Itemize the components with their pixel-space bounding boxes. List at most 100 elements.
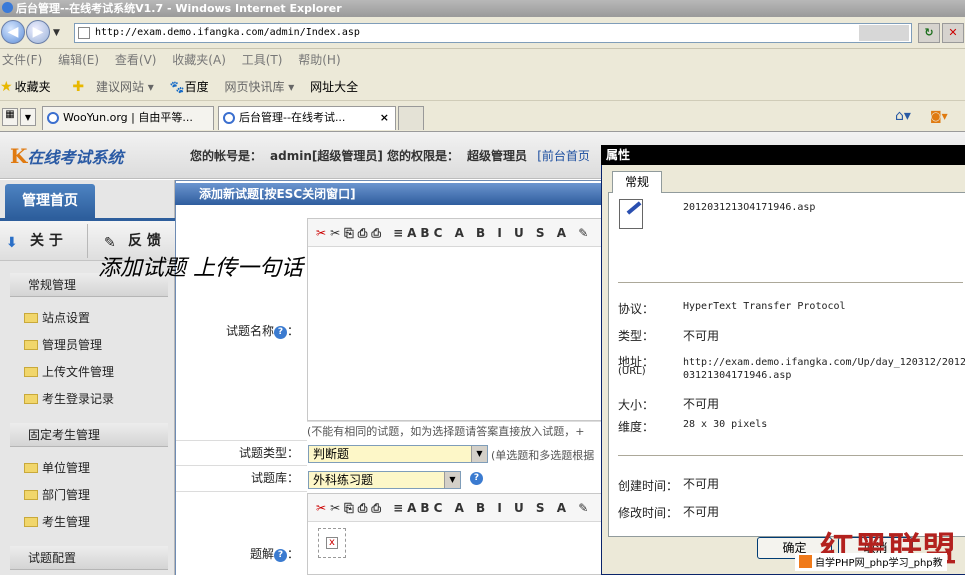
address-value-line2: 03121304171946.asp: [683, 370, 792, 381]
url-label: (URL): [618, 366, 646, 377]
answer-label-cell: 题解?：: [176, 493, 307, 575]
home-icon[interactable]: ⌂▾: [895, 108, 911, 124]
question-bank-select[interactable]: 外科练习题 ▼: [308, 471, 461, 489]
question-bank-label: 试题库：: [176, 467, 307, 492]
favorites-bar: ★ 收藏夹 ✚ 建议网站 ▾ 🐾百度 网页快讯库 ▾ 网址大全: [0, 74, 965, 101]
download-icon: ⬇: [6, 235, 18, 251]
address-bar[interactable]: http://exam.demo.ifangka.com/admin/Index…: [74, 23, 912, 43]
feeds-icon[interactable]: ◙▾: [930, 109, 948, 123]
question-name-editor[interactable]: ✂✂⎘⎙⎙ ≡ABC A B I U S A ✎: [307, 218, 603, 421]
help-icon[interactable]: ?: [273, 549, 287, 562]
question-name-label: 试题名称: [225, 324, 274, 338]
editor-toolbar-icons[interactable]: ✂⎘⎙⎙ ≡ABC A B I U S A ✎: [330, 501, 592, 515]
annotation-text: 添加试题 上传一句话: [98, 256, 303, 281]
sidebar-item-admins[interactable]: 管理员管理: [24, 336, 102, 353]
tab-label: WooYun.org | 自由平等...: [63, 111, 193, 124]
back-icon[interactable]: ◀: [1, 20, 25, 44]
sidebar-item-departments[interactable]: 部门管理: [24, 486, 90, 503]
compat-controls[interactable]: [859, 25, 909, 41]
favorites-button[interactable]: 收藏夹: [15, 80, 51, 94]
stop-icon[interactable]: ✕: [942, 23, 964, 43]
logo-mark: K: [10, 144, 28, 168]
divider: [618, 282, 963, 283]
menu-edit[interactable]: 编辑(E): [58, 53, 99, 67]
sidebar-item-label: 考生登录记录: [42, 392, 115, 406]
sidebar-item-examinees[interactable]: 考生管理: [24, 513, 90, 530]
type-label: 类型：: [618, 329, 655, 343]
history-dropdown-icon[interactable]: ▼: [53, 28, 60, 38]
favorites-star-icon: ★: [0, 79, 13, 95]
sidebar-item-units[interactable]: 单位管理: [24, 459, 90, 476]
sidebar-item-label: 考生管理: [42, 515, 91, 529]
edit-icon: ✎: [104, 235, 116, 251]
help-icon[interactable]: ?: [470, 472, 483, 485]
cut-icon[interactable]: ✂: [316, 501, 330, 515]
editor-toolbar[interactable]: ✂✂⎘⎙⎙ ≡ABC A B I U S A ✎: [308, 494, 602, 522]
tab-general[interactable]: 常规: [612, 171, 662, 193]
address-value-line1: http://exam.demo.ifangka.com/Up/day_1203…: [683, 357, 965, 368]
feedback-button[interactable]: ✎ 反 馈: [104, 230, 161, 251]
frontpage-link[interactable]: [前台首页: [537, 149, 590, 163]
file-icon: [619, 199, 643, 229]
created-value: 不可用: [683, 477, 720, 491]
question-type-select[interactable]: 判断题 ▼: [308, 445, 488, 463]
tab-label: 后台管理--在线考试...: [239, 111, 346, 124]
editor-toolbar-icons[interactable]: ✂⎘⎙⎙ ≡ABC A B I U S A ✎: [330, 226, 592, 240]
question-type-label: 试题类型：: [176, 442, 307, 466]
menu-file[interactable]: 文件(F): [2, 53, 42, 67]
permission-label: 您的权限是：: [387, 149, 460, 163]
menu-favorites[interactable]: 收藏夹(A): [172, 53, 226, 67]
modified-value: 不可用: [683, 505, 720, 519]
add-favorite-icon[interactable]: ✚: [72, 79, 84, 95]
quick-divider: [87, 224, 88, 258]
refresh-icon[interactable]: ↻: [918, 23, 940, 43]
chevron-down-icon: ▼: [471, 446, 487, 462]
help-icon[interactable]: ?: [273, 326, 287, 339]
divider: [618, 455, 963, 456]
about-button[interactable]: ⬇ 关 于: [6, 230, 63, 251]
dimensions-label: 维度：: [618, 420, 655, 434]
folder-icon: [24, 394, 38, 404]
cut-icon[interactable]: ✂: [316, 226, 330, 240]
group-question-config[interactable]: 试题配置: [10, 546, 168, 570]
menu-view[interactable]: 查看(V): [115, 53, 157, 67]
quick-tabs-icon[interactable]: ▦: [2, 108, 18, 126]
menu-help[interactable]: 帮助(H): [298, 53, 340, 67]
dialog-title: 添加新试题[按ESC关闭窗口]: [175, 183, 603, 205]
app-logo: K在线考试系统: [10, 144, 123, 168]
address-row: ◀ ▶ ▼ http://exam.demo.ifangka.com/admin…: [0, 17, 965, 49]
logo-icon: [799, 555, 812, 568]
account-label: 您的帐号是：: [190, 149, 263, 163]
nav-tab-home[interactable]: 管理首页: [5, 184, 95, 218]
sidebar-item-label: 上传文件管理: [42, 365, 115, 379]
question-bank-value: 外科练习题: [313, 473, 374, 487]
window-title-bar: 后台管理--在线考试系统V1.7 - Windows Internet Expl…: [0, 0, 965, 17]
forward-icon[interactable]: ▶: [26, 20, 50, 44]
sidebar-item-login-log[interactable]: 考生登录记录: [24, 390, 114, 407]
sidebar-item-uploads[interactable]: 上传文件管理: [24, 363, 114, 380]
new-tab-button[interactable]: [398, 106, 424, 130]
page-icon: [78, 27, 90, 39]
tab-close-icon[interactable]: ×: [380, 107, 389, 129]
sidebar-item-site-settings[interactable]: 站点设置: [24, 309, 90, 326]
folder-icon: [24, 490, 38, 500]
baidu-icon: 🐾: [169, 80, 185, 94]
label-colon: ：: [286, 324, 299, 338]
fav-link-webslice[interactable]: 网页快讯库 ▾: [224, 80, 294, 94]
tab-wooyun[interactable]: WooYun.org | 自由平等...: [42, 106, 214, 130]
size-value: 不可用: [683, 397, 720, 411]
question-type-value: 判断题: [313, 447, 350, 461]
sidebar-item-label: 部门管理: [42, 488, 91, 502]
group-fixed-examinee[interactable]: 固定考生管理: [10, 423, 168, 447]
watermark-caption: 自学PHP网_php学习_php教: [795, 553, 947, 571]
tab-admin[interactable]: 后台管理--在线考试... ×: [218, 106, 396, 130]
fav-link-hao123[interactable]: 网址大全: [310, 80, 358, 94]
editor-toolbar[interactable]: ✂✂⎘⎙⎙ ≡ABC A B I U S A ✎: [308, 219, 602, 247]
broken-image-icon[interactable]: x: [318, 528, 346, 558]
menu-tools[interactable]: 工具(T): [242, 53, 283, 67]
fav-link-baidu[interactable]: 百度: [185, 80, 209, 94]
fav-link-suggested[interactable]: 建议网站 ▾: [96, 80, 154, 94]
account-value: admin[超级管理员]: [270, 149, 383, 163]
tab-list-icon[interactable]: ▼: [20, 108, 36, 126]
answer-editor[interactable]: ✂✂⎘⎙⎙ ≡ABC A B I U S A ✎ x: [307, 493, 603, 575]
